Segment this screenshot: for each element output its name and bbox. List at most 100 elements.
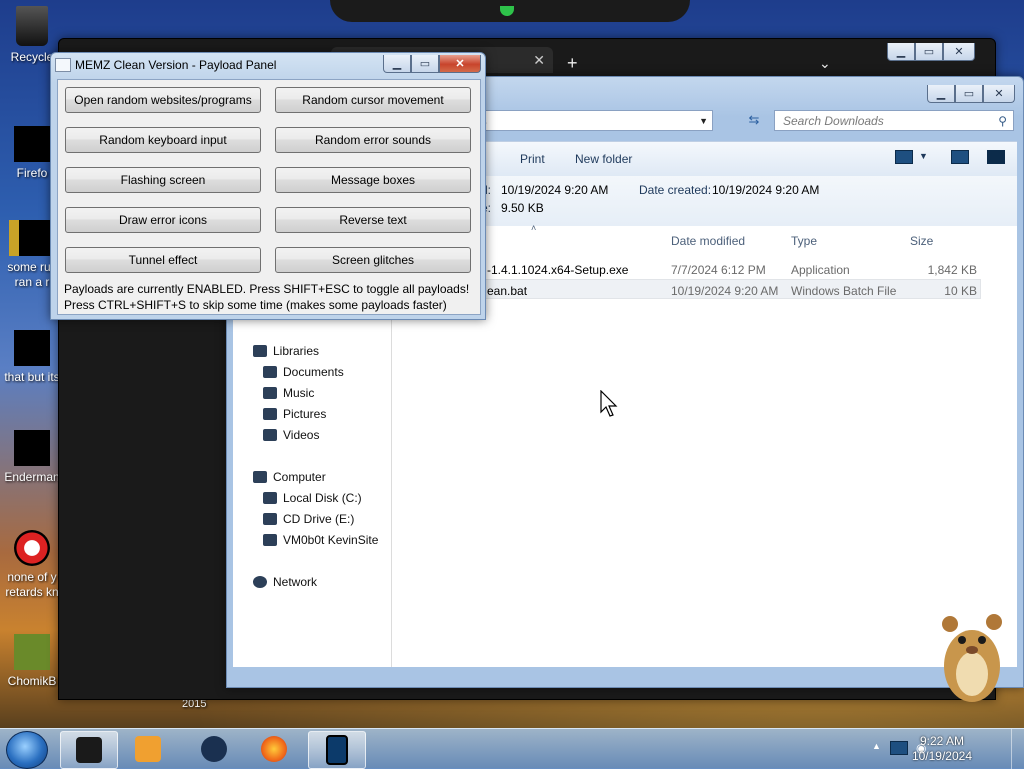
close-button[interactable]: ✕ (943, 43, 975, 61)
firefox-icon (261, 736, 287, 762)
maximize-button[interactable]: ▭ (955, 85, 983, 103)
window-title: MEMZ Clean Version - Payload Panel (75, 58, 277, 72)
nav-label: Music (283, 386, 315, 400)
nav-local-disk[interactable]: Local Disk (C:) (263, 491, 362, 505)
close-button[interactable]: ✕ (439, 55, 481, 73)
nav-label: Documents (283, 365, 344, 379)
sort-arrow-icon: ˄ (531, 223, 537, 233)
wallpaper-notch (330, 0, 690, 22)
clock-date: 10/19/2024 (911, 749, 972, 763)
column-date-modified[interactable]: Date modified (671, 234, 745, 248)
payload-message-boxes-button[interactable]: Message boxes (275, 167, 471, 193)
memz-payload-panel[interactable]: MEMZ Clean Version - Payload Panel ▁ ▭ ✕… (50, 52, 486, 320)
desktop-icon-file-2[interactable]: that but its (2, 330, 62, 385)
desktop-icon-label: ChomikB (7, 674, 57, 688)
chevron-down-icon[interactable]: ▼ (699, 111, 708, 132)
status-text-line-1: Payloads are currently ENABLED. Press SH… (64, 282, 470, 296)
drive-icon (263, 492, 277, 504)
change-view-icon[interactable] (895, 150, 913, 164)
nav-label: CD Drive (E:) (283, 512, 355, 526)
refresh-icon[interactable]: ⇆ (743, 112, 765, 132)
payload-tunnel-effect-button[interactable]: Tunnel effect (65, 247, 261, 273)
nav-label: Computer (273, 470, 326, 484)
nav-cd-drive[interactable]: CD Drive (E:) (263, 512, 354, 526)
chevron-down-icon[interactable]: ▼ (919, 151, 928, 161)
payload-cursor-movement-button[interactable]: Random cursor movement (275, 87, 471, 113)
print-button[interactable]: Print (520, 152, 545, 166)
maximize-button[interactable]: ▭ (915, 43, 943, 61)
close-button[interactable]: ✕ (983, 85, 1015, 103)
clock[interactable]: 9:22 AM 10/19/2024 (912, 734, 972, 764)
desktop-icon-enderman[interactable]: Enderman (2, 430, 62, 485)
minimize-button[interactable]: ▁ (887, 43, 915, 61)
payload-error-sounds-button[interactable]: Random error sounds (275, 127, 471, 153)
taskbar-memz[interactable] (308, 731, 366, 769)
nav-network[interactable]: Network (253, 575, 317, 589)
preview-pane-icon[interactable] (951, 150, 969, 164)
nav-libraries[interactable]: Libraries (253, 344, 319, 358)
nav-label: Pictures (283, 407, 327, 421)
chevron-down-icon[interactable]: ⌄ (819, 55, 831, 72)
network-drive-icon (263, 534, 277, 546)
file-icon (14, 430, 50, 466)
column-type[interactable]: Type (791, 234, 817, 248)
desktop-icon-label: Enderman (4, 470, 60, 484)
nav-label: Videos (283, 428, 320, 442)
address-bar[interactable]: ls ▼ (457, 110, 713, 131)
file-type: Windows Batch File (791, 284, 897, 298)
firefox-icon (14, 126, 50, 162)
file-name: -1.4.1.1024.x64-Setup.exe (487, 263, 629, 277)
column-size[interactable]: Size (910, 234, 933, 248)
show-hidden-icons-icon[interactable]: ▲ (872, 741, 881, 751)
nav-computer[interactable]: Computer (253, 470, 326, 484)
pictures-icon (263, 408, 277, 420)
payload-flashing-screen-button[interactable]: Flashing screen (65, 167, 261, 193)
file-date: 7/7/2024 6:12 PM (671, 263, 766, 277)
search-icon: ⚲ (998, 114, 1007, 128)
payload-reverse-text-button[interactable]: Reverse text (275, 207, 471, 233)
cd-drive-icon (263, 513, 277, 525)
payload-open-websites-button[interactable]: Open random websites/programs (65, 87, 261, 113)
payload-draw-error-icons-button[interactable]: Draw error icons (65, 207, 261, 233)
maximize-button[interactable]: ▭ (411, 55, 439, 73)
new-folder-button[interactable]: New folder (575, 152, 632, 166)
network-icon (253, 576, 267, 588)
start-button[interactable] (6, 731, 48, 769)
nav-pictures[interactable]: Pictures (263, 407, 326, 421)
globe-icon (201, 736, 227, 762)
payload-keyboard-input-button[interactable]: Random keyboard input (65, 127, 261, 153)
desktop-icon-label: none of y (7, 570, 57, 584)
minimize-button[interactable]: ▁ (383, 55, 411, 73)
memz-icon (326, 735, 348, 765)
mouse-cursor-icon (600, 390, 618, 417)
recycle-bin-icon (16, 6, 48, 46)
desktop-icon-label: retards kn (5, 585, 59, 599)
nav-label: Libraries (273, 344, 320, 358)
desktop-icon-file-3[interactable]: none of y retards kn (2, 530, 62, 600)
search-input[interactable]: Search Downloads ⚲ (774, 110, 1014, 131)
nav-videos[interactable]: Videos (263, 428, 319, 442)
nav-documents[interactable]: Documents (263, 365, 344, 379)
nav-music[interactable]: Music (263, 386, 314, 400)
show-desktop-button[interactable] (1011, 729, 1024, 769)
payload-screen-glitches-button[interactable]: Screen glitches (275, 247, 471, 273)
close-tab-icon[interactable]: ✕ (533, 52, 545, 69)
taskbar-explorer[interactable] (60, 731, 118, 769)
nav-network-share[interactable]: VM0b0t KevinSite (263, 533, 378, 547)
help-icon[interactable] (987, 150, 1005, 164)
minimize-button[interactable]: ▁ (927, 85, 955, 103)
file-size: 10 KB (944, 284, 977, 298)
file-icon (9, 220, 55, 256)
network-tray-icon[interactable] (890, 741, 908, 755)
payload-panel-body: Open random websites/programs Random cur… (57, 79, 481, 315)
modified-value: 10/19/2024 9:20 AM (501, 183, 609, 197)
desktop-icon-label: that but its (4, 370, 60, 384)
file-name: ean.bat (487, 284, 528, 298)
taskbar-globe[interactable] (186, 731, 242, 767)
libraries-icon (253, 345, 267, 357)
desktop-icon-chomik[interactable]: ChomikB (2, 634, 62, 689)
taskbar-media-player[interactable] (120, 731, 176, 767)
file-type: Application (791, 263, 850, 277)
taskbar-firefox[interactable] (246, 731, 302, 767)
new-tab-icon[interactable]: + (567, 53, 578, 74)
